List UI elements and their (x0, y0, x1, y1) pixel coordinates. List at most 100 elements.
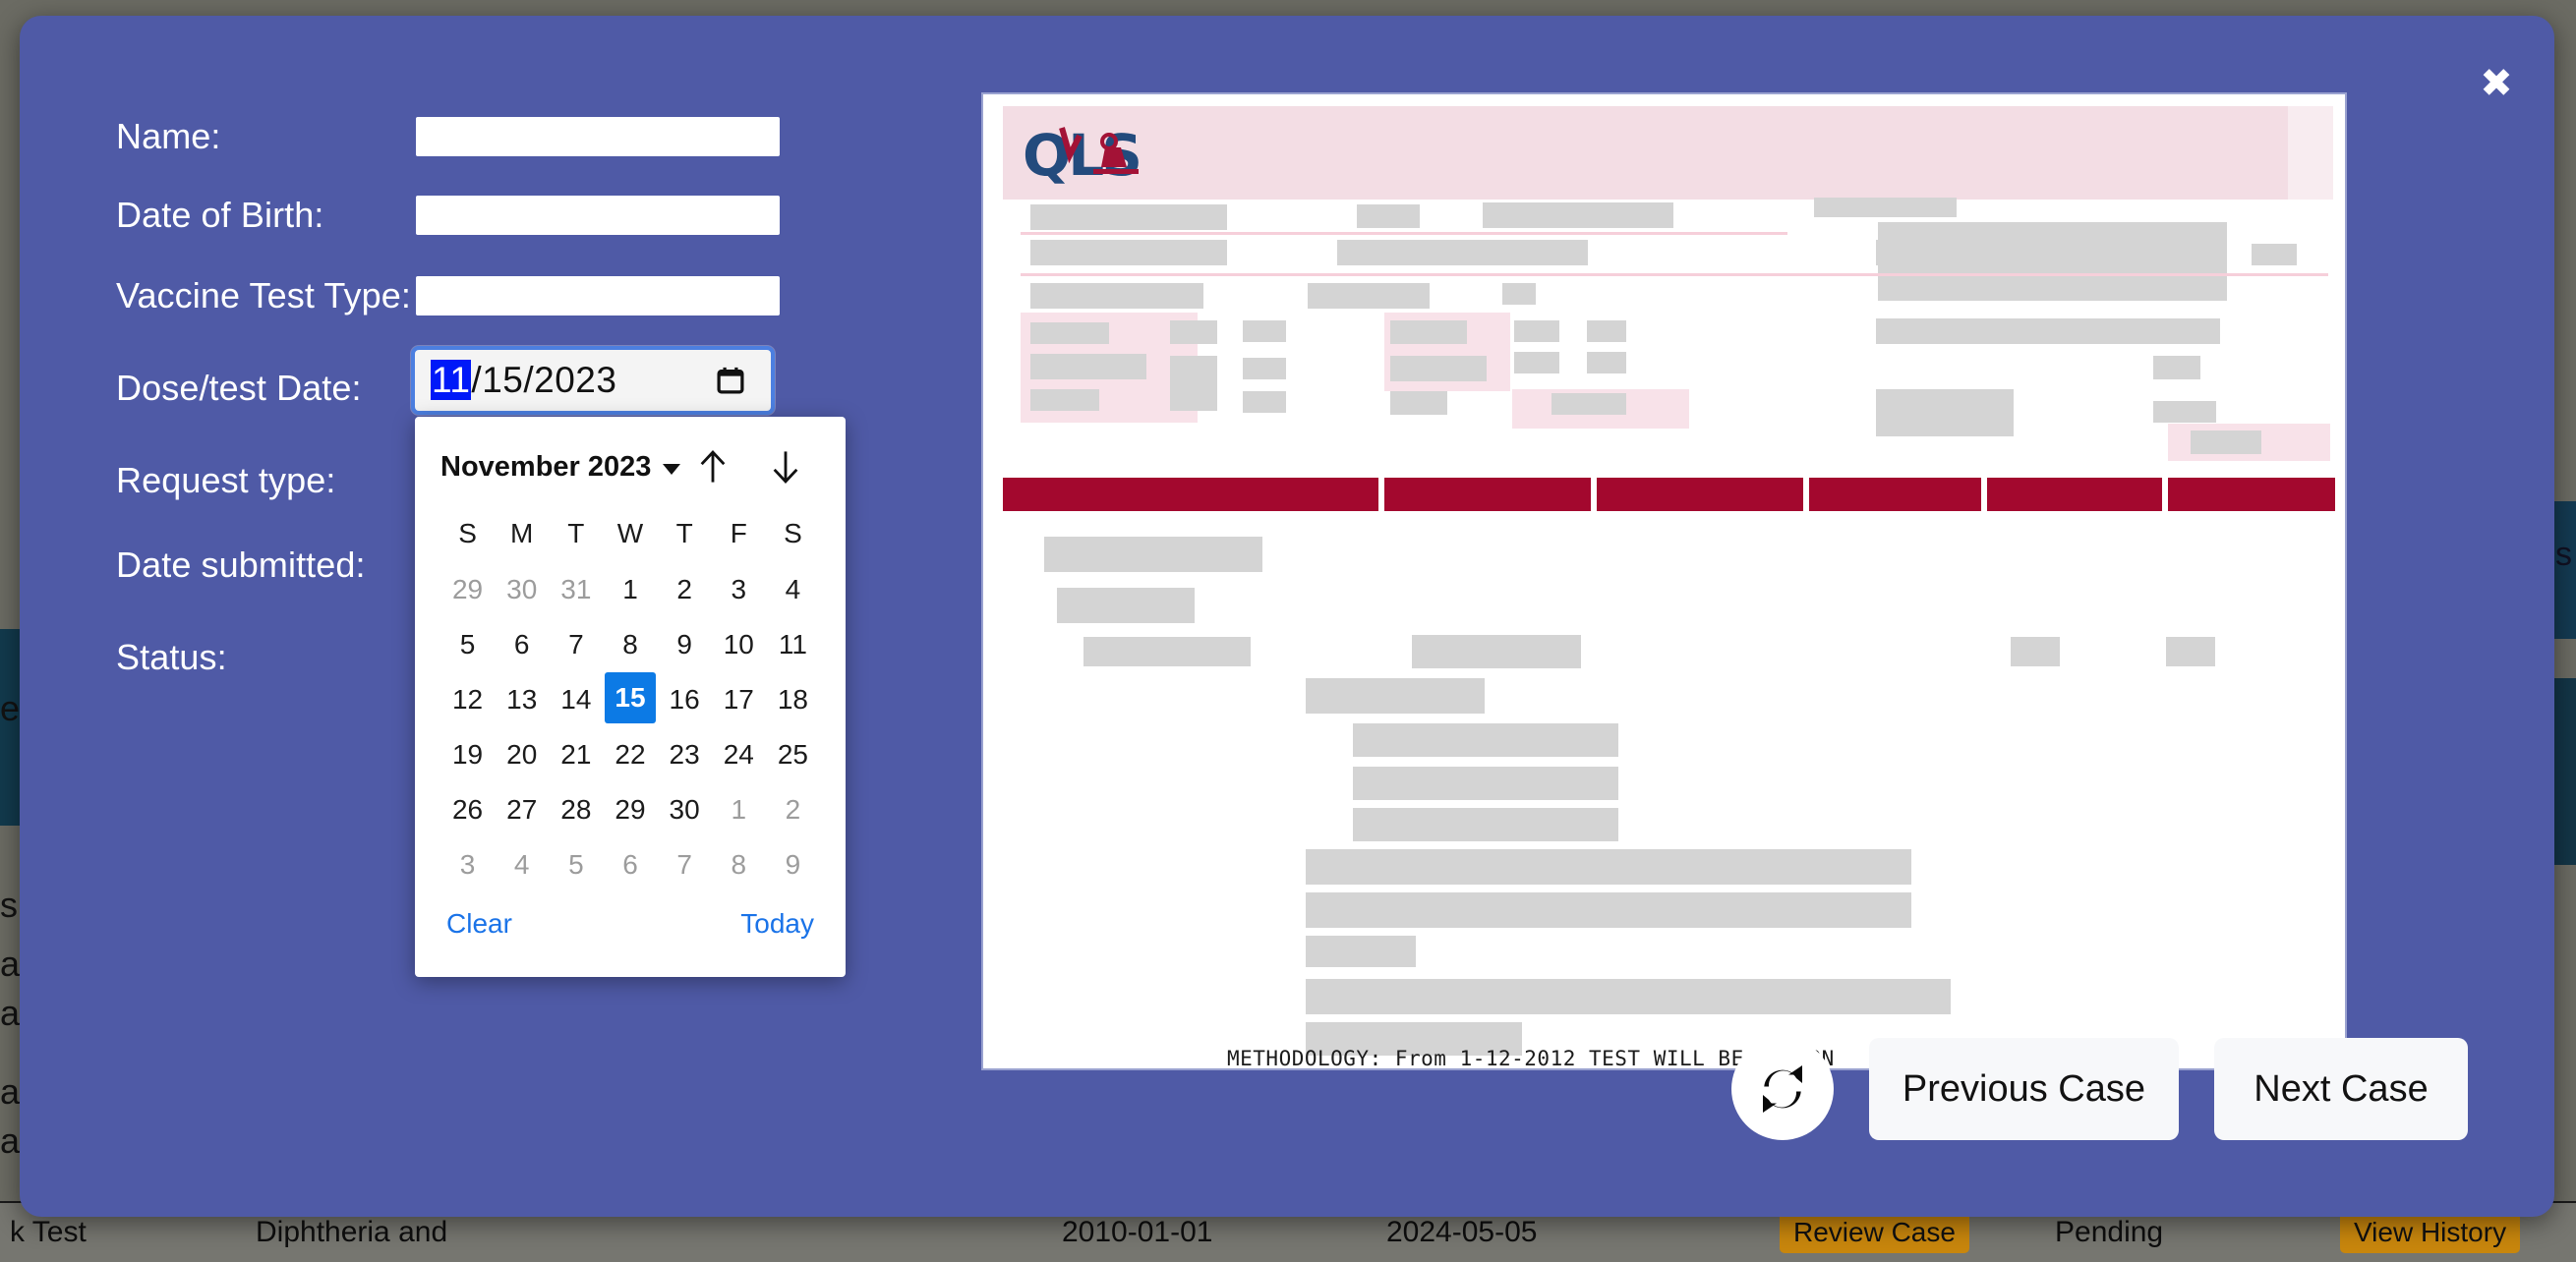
redacted-block (1243, 391, 1286, 413)
redacted-block (1483, 202, 1673, 228)
calendar-day[interactable]: 26 (440, 782, 495, 837)
calendar-day[interactable]: 17 (712, 672, 766, 727)
redacted-block (1306, 849, 1911, 885)
calendar-day[interactable]: 30 (658, 782, 712, 837)
calendar-day[interactable]: 28 (549, 782, 603, 837)
arrow-up-icon[interactable] (696, 448, 730, 486)
calendar-day[interactable]: 9 (658, 617, 712, 672)
calendar-day[interactable]: 10 (712, 617, 766, 672)
calendar-day[interactable]: 29 (603, 782, 657, 837)
date-of-birth-input[interactable] (416, 196, 780, 235)
redacted-block (1170, 356, 1217, 411)
arrow-down-icon[interactable] (769, 448, 802, 486)
calendar-day[interactable]: 24 (712, 727, 766, 782)
previous-case-button[interactable]: Previous Case (1868, 1038, 2179, 1140)
qls-logo-mark (1059, 127, 1139, 174)
field-row-vaccine-test-type: Vaccine Test Type: (116, 275, 922, 316)
redacted-block (1308, 283, 1430, 309)
view-history-button[interactable]: View History (2340, 1212, 2521, 1253)
calendar-icon[interactable] (716, 366, 745, 395)
calendar-day[interactable]: 7 (658, 837, 712, 892)
calendar-day[interactable]: 5 (549, 837, 603, 892)
calendar-day[interactable]: 25 (766, 727, 820, 782)
calendar-day[interactable]: 1 (712, 782, 766, 837)
calendar-day[interactable]: 5 (440, 617, 495, 672)
calendar-day[interactable]: 3 (440, 837, 495, 892)
calendar-day[interactable]: 2 (766, 782, 820, 837)
redacted-block (1030, 322, 1109, 344)
calendar-day[interactable]: 12 (440, 672, 495, 727)
document-divider (1021, 232, 1787, 235)
calendar-days-grid[interactable]: 29 30 31 1 2 3 4 5 6 7 8 9 10 11 12 13 14 15 16 17 18 19 20 21 2… (440, 562, 820, 892)
month-year-dropdown[interactable]: November 2023 (440, 450, 681, 484)
dose-test-date-input[interactable]: 11/15/2023 (411, 346, 775, 415)
calendar-day[interactable]: 3 (712, 562, 766, 617)
calendar-day[interactable]: 31 (549, 562, 603, 617)
date-picker-popup[interactable]: November 2023 S M T W T F S 29 30 31 1 2… (415, 417, 846, 977)
redacted-block (1306, 678, 1485, 714)
date-value-text: 11/15/2023 (431, 360, 616, 401)
calendar-day[interactable]: 6 (495, 617, 549, 672)
calendar-day[interactable]: 29 (440, 562, 495, 617)
calendar-day[interactable]: 13 (495, 672, 549, 727)
calendar-day[interactable]: 11 (766, 617, 820, 672)
calendar-day[interactable]: 6 (603, 837, 657, 892)
calendar-day[interactable]: 7 (549, 617, 603, 672)
day-of-week-5: F (730, 518, 747, 548)
redacted-block (1170, 320, 1217, 344)
calendar-day[interactable]: 8 (603, 617, 657, 672)
calendar-day[interactable]: 14 (549, 672, 603, 727)
calendar-day[interactable]: 2 (658, 562, 712, 617)
calendar-day[interactable]: 27 (495, 782, 549, 837)
calendar-day[interactable]: 4 (495, 837, 549, 892)
redacted-block (1502, 283, 1536, 305)
month-year-label: November 2023 (440, 450, 652, 483)
calendar-day[interactable]: 18 (766, 672, 820, 727)
calendar-day[interactable]: 21 (549, 727, 603, 782)
calendar-day[interactable]: 16 (658, 672, 712, 727)
calendar-day[interactable]: 23 (658, 727, 712, 782)
date-rest-segment[interactable]: /15/2023 (471, 360, 616, 400)
redacted-block (1357, 204, 1420, 228)
calendar-day[interactable]: 8 (712, 837, 766, 892)
calendar-day[interactable]: 1 (603, 562, 657, 617)
redacted-block (1876, 318, 2220, 344)
case-review-modal: ✖ Name: Date of Birth: Vaccine Test Type… (20, 16, 2554, 1217)
field-row-date-of-birth: Date of Birth: (116, 195, 922, 236)
chevron-down-icon (663, 463, 681, 475)
calendar-day[interactable]: 19 (440, 727, 495, 782)
calendar-day-selected[interactable]: 15 (604, 672, 656, 723)
redacted-block (2011, 637, 2060, 666)
label-vaccine-test-type: Vaccine Test Type: (116, 275, 411, 316)
next-case-button[interactable]: Next Case (2214, 1038, 2468, 1140)
redacted-block (1876, 389, 2014, 436)
table-cell-submitted-date: 2024-05-05 (1386, 1216, 1538, 1248)
case-detail-form: Name: Date of Birth: Vaccine Test Type: … (20, 16, 964, 1217)
redacted-block (1353, 808, 1618, 841)
today-button[interactable]: Today (740, 908, 814, 940)
review-case-button[interactable]: Review Case (1780, 1212, 1969, 1253)
label-dose-test-date: Dose/test Date: (116, 368, 362, 408)
name-input[interactable] (416, 117, 780, 156)
vaccine-test-type-input[interactable] (416, 276, 780, 316)
redacted-block (2252, 244, 2297, 265)
label-date-of-birth: Date of Birth: (116, 195, 324, 235)
clear-button[interactable]: Clear (446, 908, 512, 940)
calendar-day[interactable]: 4 (766, 562, 820, 617)
document-header-band-edge (2288, 106, 2333, 200)
document-preview[interactable]: QLS METHODOLOGY: From 1-12-2012 TEST WIL… (981, 92, 2347, 1070)
refresh-icon[interactable] (1730, 1038, 1834, 1140)
close-icon[interactable]: ✖ (2476, 64, 2517, 106)
calendar-day[interactable]: 22 (603, 727, 657, 782)
day-of-week-row: SMTWTFS (440, 505, 820, 562)
redacted-block (2166, 637, 2215, 666)
calendar-day[interactable]: 20 (495, 727, 549, 782)
field-row-name: Name: (116, 116, 922, 157)
day-of-week-0: S (458, 518, 477, 548)
calendar-day[interactable]: 30 (495, 562, 549, 617)
table-cell-review: Review Case (1770, 1212, 2045, 1253)
date-month-segment[interactable]: 11 (431, 360, 472, 400)
calendar-day[interactable]: 9 (766, 837, 820, 892)
background-text-fragment: s (2555, 536, 2572, 573)
table-cell-history: View History (2330, 1212, 2576, 1253)
